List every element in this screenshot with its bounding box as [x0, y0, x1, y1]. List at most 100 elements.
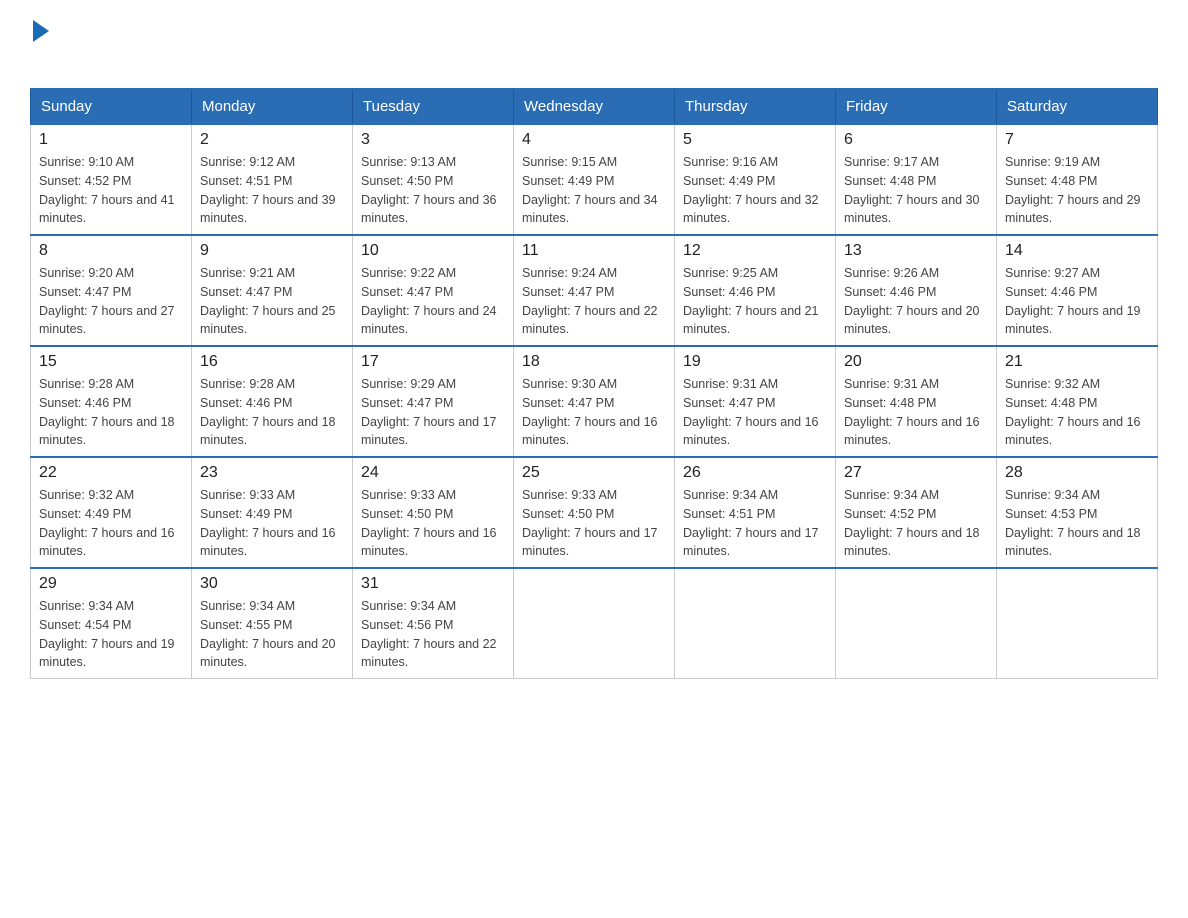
day-info: Sunrise: 9:25 AMSunset: 4:46 PMDaylight:… — [683, 266, 819, 336]
calendar-cell: 5 Sunrise: 9:16 AMSunset: 4:49 PMDayligh… — [675, 124, 836, 235]
day-info: Sunrise: 9:28 AMSunset: 4:46 PMDaylight:… — [200, 377, 336, 447]
calendar-cell: 10 Sunrise: 9:22 AMSunset: 4:47 PMDaylig… — [353, 235, 514, 346]
day-info: Sunrise: 9:19 AMSunset: 4:48 PMDaylight:… — [1005, 155, 1141, 225]
day-number: 9 — [200, 242, 344, 260]
day-info: Sunrise: 9:30 AMSunset: 4:47 PMDaylight:… — [522, 377, 658, 447]
calendar-cell: 25 Sunrise: 9:33 AMSunset: 4:50 PMDaylig… — [514, 457, 675, 568]
day-info: Sunrise: 9:22 AMSunset: 4:47 PMDaylight:… — [361, 266, 497, 336]
column-header-friday: Friday — [836, 89, 997, 124]
day-number: 21 — [1005, 353, 1149, 371]
calendar-week-row: 22 Sunrise: 9:32 AMSunset: 4:49 PMDaylig… — [31, 457, 1158, 568]
calendar-cell: 20 Sunrise: 9:31 AMSunset: 4:48 PMDaylig… — [836, 346, 997, 457]
calendar-cell — [836, 568, 997, 679]
calendar-cell: 12 Sunrise: 9:25 AMSunset: 4:46 PMDaylig… — [675, 235, 836, 346]
calendar-cell: 29 Sunrise: 9:34 AMSunset: 4:54 PMDaylig… — [31, 568, 192, 679]
day-info: Sunrise: 9:15 AMSunset: 4:49 PMDaylight:… — [522, 155, 658, 225]
calendar-cell: 21 Sunrise: 9:32 AMSunset: 4:48 PMDaylig… — [997, 346, 1158, 457]
day-info: Sunrise: 9:33 AMSunset: 4:49 PMDaylight:… — [200, 488, 336, 558]
calendar-cell: 28 Sunrise: 9:34 AMSunset: 4:53 PMDaylig… — [997, 457, 1158, 568]
day-number: 28 — [1005, 464, 1149, 482]
day-info: Sunrise: 9:12 AMSunset: 4:51 PMDaylight:… — [200, 155, 336, 225]
day-info: Sunrise: 9:34 AMSunset: 4:52 PMDaylight:… — [844, 488, 980, 558]
day-number: 16 — [200, 353, 344, 371]
day-info: Sunrise: 9:27 AMSunset: 4:46 PMDaylight:… — [1005, 266, 1141, 336]
day-number: 15 — [39, 353, 183, 371]
column-header-thursday: Thursday — [675, 89, 836, 124]
day-number: 30 — [200, 575, 344, 593]
calendar-cell: 22 Sunrise: 9:32 AMSunset: 4:49 PMDaylig… — [31, 457, 192, 568]
calendar-cell: 15 Sunrise: 9:28 AMSunset: 4:46 PMDaylig… — [31, 346, 192, 457]
day-number: 11 — [522, 242, 666, 260]
calendar-week-row: 1 Sunrise: 9:10 AMSunset: 4:52 PMDayligh… — [31, 124, 1158, 235]
day-number: 6 — [844, 131, 988, 149]
day-info: Sunrise: 9:13 AMSunset: 4:50 PMDaylight:… — [361, 155, 497, 225]
column-header-sunday: Sunday — [31, 89, 192, 124]
day-number: 19 — [683, 353, 827, 371]
calendar-cell: 13 Sunrise: 9:26 AMSunset: 4:46 PMDaylig… — [836, 235, 997, 346]
calendar-cell: 17 Sunrise: 9:29 AMSunset: 4:47 PMDaylig… — [353, 346, 514, 457]
calendar-cell: 3 Sunrise: 9:13 AMSunset: 4:50 PMDayligh… — [353, 124, 514, 235]
calendar-cell: 9 Sunrise: 9:21 AMSunset: 4:47 PMDayligh… — [192, 235, 353, 346]
day-number: 29 — [39, 575, 183, 593]
day-info: Sunrise: 9:31 AMSunset: 4:47 PMDaylight:… — [683, 377, 819, 447]
day-number: 17 — [361, 353, 505, 371]
logo-triangle-icon — [33, 20, 49, 42]
column-header-wednesday: Wednesday — [514, 89, 675, 124]
day-info: Sunrise: 9:16 AMSunset: 4:49 PMDaylight:… — [683, 155, 819, 225]
logo — [30, 20, 49, 68]
calendar-cell: 4 Sunrise: 9:15 AMSunset: 4:49 PMDayligh… — [514, 124, 675, 235]
day-info: Sunrise: 9:34 AMSunset: 4:51 PMDaylight:… — [683, 488, 819, 558]
day-info: Sunrise: 9:20 AMSunset: 4:47 PMDaylight:… — [39, 266, 175, 336]
calendar-cell: 31 Sunrise: 9:34 AMSunset: 4:56 PMDaylig… — [353, 568, 514, 679]
day-info: Sunrise: 9:28 AMSunset: 4:46 PMDaylight:… — [39, 377, 175, 447]
calendar-cell: 18 Sunrise: 9:30 AMSunset: 4:47 PMDaylig… — [514, 346, 675, 457]
day-info: Sunrise: 9:24 AMSunset: 4:47 PMDaylight:… — [522, 266, 658, 336]
calendar-cell: 30 Sunrise: 9:34 AMSunset: 4:55 PMDaylig… — [192, 568, 353, 679]
calendar-week-row: 29 Sunrise: 9:34 AMSunset: 4:54 PMDaylig… — [31, 568, 1158, 679]
day-number: 20 — [844, 353, 988, 371]
calendar-week-row: 15 Sunrise: 9:28 AMSunset: 4:46 PMDaylig… — [31, 346, 1158, 457]
day-info: Sunrise: 9:10 AMSunset: 4:52 PMDaylight:… — [39, 155, 175, 225]
day-number: 31 — [361, 575, 505, 593]
day-number: 24 — [361, 464, 505, 482]
calendar-cell: 16 Sunrise: 9:28 AMSunset: 4:46 PMDaylig… — [192, 346, 353, 457]
calendar-cell: 26 Sunrise: 9:34 AMSunset: 4:51 PMDaylig… — [675, 457, 836, 568]
day-number: 10 — [361, 242, 505, 260]
day-number: 25 — [522, 464, 666, 482]
day-info: Sunrise: 9:32 AMSunset: 4:48 PMDaylight:… — [1005, 377, 1141, 447]
day-info: Sunrise: 9:34 AMSunset: 4:56 PMDaylight:… — [361, 599, 497, 669]
day-info: Sunrise: 9:29 AMSunset: 4:47 PMDaylight:… — [361, 377, 497, 447]
page-header — [30, 20, 1158, 68]
day-number: 7 — [1005, 131, 1149, 149]
day-info: Sunrise: 9:17 AMSunset: 4:48 PMDaylight:… — [844, 155, 980, 225]
day-info: Sunrise: 9:33 AMSunset: 4:50 PMDaylight:… — [361, 488, 497, 558]
day-info: Sunrise: 9:32 AMSunset: 4:49 PMDaylight:… — [39, 488, 175, 558]
day-info: Sunrise: 9:26 AMSunset: 4:46 PMDaylight:… — [844, 266, 980, 336]
calendar-header-row: SundayMondayTuesdayWednesdayThursdayFrid… — [31, 89, 1158, 124]
day-number: 2 — [200, 131, 344, 149]
calendar-cell: 1 Sunrise: 9:10 AMSunset: 4:52 PMDayligh… — [31, 124, 192, 235]
column-header-saturday: Saturday — [997, 89, 1158, 124]
day-info: Sunrise: 9:34 AMSunset: 4:53 PMDaylight:… — [1005, 488, 1141, 558]
calendar-cell: 7 Sunrise: 9:19 AMSunset: 4:48 PMDayligh… — [997, 124, 1158, 235]
day-number: 5 — [683, 131, 827, 149]
calendar-cell: 23 Sunrise: 9:33 AMSunset: 4:49 PMDaylig… — [192, 457, 353, 568]
calendar-cell: 24 Sunrise: 9:33 AMSunset: 4:50 PMDaylig… — [353, 457, 514, 568]
day-number: 18 — [522, 353, 666, 371]
day-number: 22 — [39, 464, 183, 482]
day-number: 1 — [39, 131, 183, 149]
day-number: 26 — [683, 464, 827, 482]
calendar-cell: 8 Sunrise: 9:20 AMSunset: 4:47 PMDayligh… — [31, 235, 192, 346]
day-number: 27 — [844, 464, 988, 482]
day-number: 13 — [844, 242, 988, 260]
day-number: 3 — [361, 131, 505, 149]
calendar-cell — [514, 568, 675, 679]
day-info: Sunrise: 9:21 AMSunset: 4:47 PMDaylight:… — [200, 266, 336, 336]
calendar-cell — [997, 568, 1158, 679]
day-info: Sunrise: 9:31 AMSunset: 4:48 PMDaylight:… — [844, 377, 980, 447]
day-number: 14 — [1005, 242, 1149, 260]
day-number: 8 — [39, 242, 183, 260]
column-header-monday: Monday — [192, 89, 353, 124]
day-number: 4 — [522, 131, 666, 149]
calendar-cell: 6 Sunrise: 9:17 AMSunset: 4:48 PMDayligh… — [836, 124, 997, 235]
